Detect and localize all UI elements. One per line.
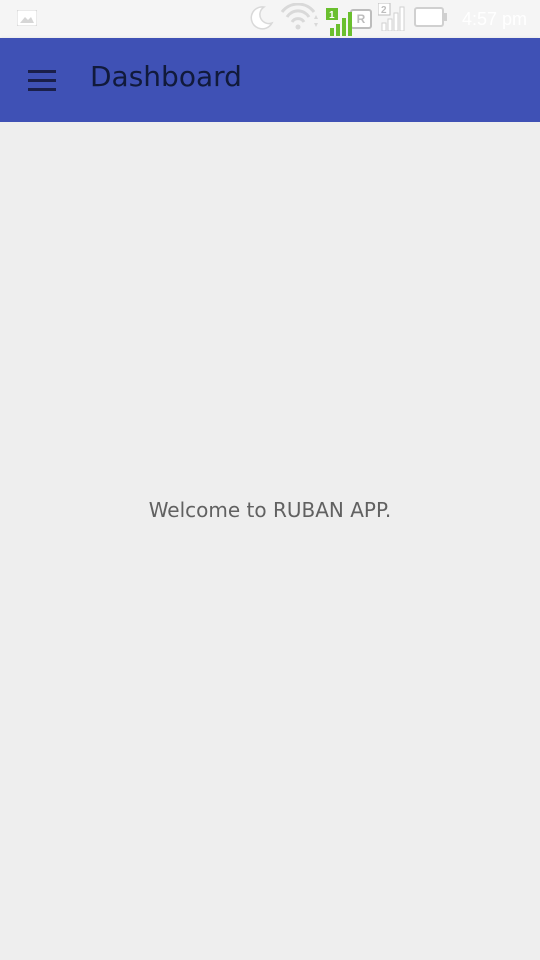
welcome-message: Welcome to RUBAN APP.: [148, 498, 392, 522]
moon-icon: [246, 3, 274, 35]
status-time: 4:57 pm: [461, 8, 527, 29]
battery-icon: [413, 6, 448, 32]
sim1-signal-icon: 1: [325, 8, 352, 36]
app-bar: Dashboard: [0, 38, 540, 122]
status-bar: 1 R 2 4:57 pm: [0, 0, 540, 38]
status-icons: 1 R 2 4:57 pm: [246, 2, 527, 36]
hamburger-menu-icon[interactable]: [22, 64, 62, 96]
main-content: Welcome to RUBAN APP.: [0, 122, 540, 960]
page-title: Dashboard: [90, 60, 242, 93]
sim2-signal-icon: 2: [377, 2, 408, 35]
gallery-icon: [16, 9, 38, 30]
wifi-icon: [280, 2, 320, 35]
svg-text:2: 2: [381, 5, 387, 16]
svg-text:1: 1: [329, 10, 335, 21]
